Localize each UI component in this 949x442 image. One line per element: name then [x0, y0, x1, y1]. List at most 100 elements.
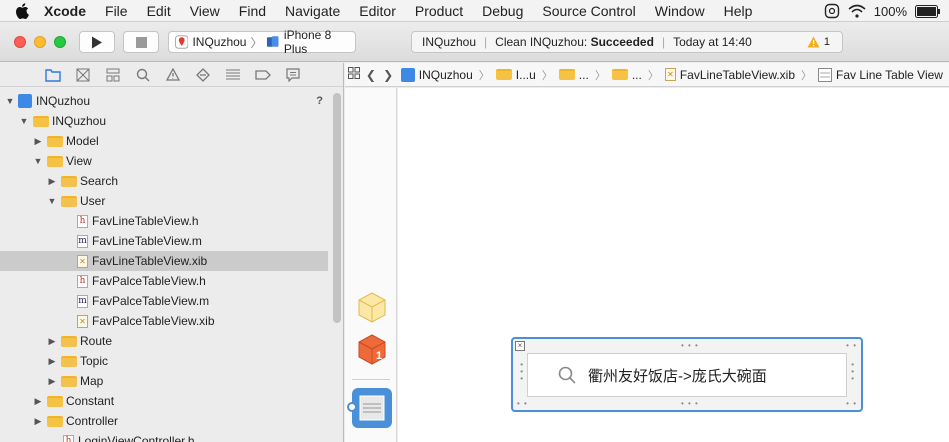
- resize-handle-left[interactable]: • • •: [517, 363, 526, 381]
- menu-file[interactable]: File: [105, 3, 128, 19]
- disclosure-expanded-icon[interactable]: ▼: [47, 196, 57, 206]
- tree-row[interactable]: ▶ Route: [0, 331, 343, 351]
- resize-handle-bottom[interactable]: • • •: [681, 399, 699, 408]
- report-navigator-tab[interactable]: [283, 66, 303, 84]
- warning-badge[interactable]: 1: [807, 36, 830, 48]
- menu-help[interactable]: Help: [724, 3, 753, 19]
- related-items-button[interactable]: [345, 67, 362, 82]
- battery-percent: 100%: [873, 3, 907, 19]
- run-button[interactable]: [79, 31, 115, 53]
- menu-product[interactable]: Product: [415, 3, 463, 19]
- resize-handle-top[interactable]: • • •: [681, 341, 699, 350]
- disclosure-collapsed-icon[interactable]: ▶: [33, 396, 43, 407]
- tree-row[interactable]: h FavLineTableView.h: [0, 211, 343, 231]
- tree-row[interactable]: ▼ INQuzhou: [0, 111, 343, 131]
- source-control-icon: [76, 68, 90, 81]
- breadcrumb-project[interactable]: INQuzhou: [400, 67, 473, 82]
- tree-row[interactable]: h LoginViewController.h: [0, 431, 343, 442]
- breadcrumb-file[interactable]: ✕ FavLineTableView.xib: [664, 68, 795, 82]
- resize-handle-bottom-left[interactable]: • •: [517, 399, 528, 408]
- table-view-object[interactable]: [352, 388, 392, 428]
- breadcrumb-label: ...: [578, 67, 589, 82]
- battery-icon[interactable]: [915, 4, 941, 18]
- source-control-tab[interactable]: [73, 66, 93, 84]
- navigator-scrollbar[interactable]: [333, 93, 341, 323]
- breadcrumb-folder[interactable]: ...: [558, 67, 589, 82]
- back-button[interactable]: ❮: [362, 68, 379, 82]
- tree-row[interactable]: h FavPalceTableView.h: [0, 271, 343, 291]
- xib-view-container[interactable]: × • • • • • • • • • • • • • • • • • • 衢州…: [511, 337, 863, 412]
- chevron-right-icon: 〉: [594, 69, 606, 82]
- device-icon: [267, 36, 279, 47]
- first-responder-icon[interactable]: 1: [357, 333, 387, 365]
- disclosure-collapsed-icon[interactable]: ▶: [47, 176, 57, 187]
- tree-row[interactable]: m FavLineTableView.m: [0, 231, 343, 251]
- menu-app-name[interactable]: Xcode: [44, 3, 86, 19]
- issue-navigator-tab[interactable]: [163, 66, 183, 84]
- disclosure-collapsed-icon[interactable]: ▶: [47, 376, 57, 387]
- breakpoint-navigator-tab[interactable]: [253, 66, 273, 84]
- close-icon[interactable]: ×: [515, 341, 525, 351]
- chevron-left-icon: ❮: [365, 67, 376, 82]
- folder-icon: [47, 155, 63, 167]
- search-bar[interactable]: 衢州友好饭店->庞氏大碗面: [527, 353, 847, 397]
- disclosure-collapsed-icon[interactable]: ▶: [33, 416, 43, 427]
- find-navigator-tab[interactable]: [133, 66, 153, 84]
- disclosure-collapsed-icon[interactable]: ▶: [33, 136, 43, 147]
- group-folder-icon: [61, 355, 77, 367]
- search-icon: [558, 366, 576, 384]
- menu-editor[interactable]: Editor: [359, 3, 396, 19]
- tree-row[interactable]: ▼ User: [0, 191, 343, 211]
- menu-debug[interactable]: Debug: [482, 3, 523, 19]
- scheme-selector[interactable]: INQuzhou 〉 iPhone 8 Plus: [168, 28, 356, 56]
- symbol-navigator-tab[interactable]: [103, 66, 123, 84]
- tree-row[interactable]: m FavPalceTableView.m: [0, 291, 343, 311]
- tree-row[interactable]: ▶ Topic: [0, 351, 343, 371]
- close-window-button[interactable]: [14, 36, 26, 48]
- tree-row[interactable]: ▶ Model: [0, 131, 343, 151]
- resize-handle-right[interactable]: • • •: [848, 363, 857, 381]
- test-navigator-tab[interactable]: [193, 66, 213, 84]
- menu-window[interactable]: Window: [655, 3, 705, 19]
- tree-row[interactable]: ▼ INQuzhou: [0, 91, 343, 111]
- wifi-icon[interactable]: [848, 4, 866, 18]
- tree-row[interactable]: ▶ Search: [0, 171, 343, 191]
- document-outline-dock: 1: [345, 88, 397, 442]
- forward-button[interactable]: ❯: [380, 68, 397, 82]
- breadcrumb-folder[interactable]: I...u: [495, 68, 536, 82]
- connection-handle[interactable]: [347, 402, 357, 412]
- resize-handle-top-right[interactable]: • •: [846, 341, 857, 350]
- tree-row-label: INQuzhou: [36, 94, 91, 108]
- stop-button[interactable]: [123, 31, 159, 53]
- menu-source-control[interactable]: Source Control: [542, 3, 635, 19]
- tree-row[interactable]: ▶ Controller: [0, 411, 343, 431]
- chevron-right-icon: 〉: [478, 69, 490, 82]
- tree-row[interactable]: ▼ View: [0, 151, 343, 171]
- breadcrumb-group[interactable]: ...: [611, 67, 642, 82]
- minimize-window-button[interactable]: [34, 36, 46, 48]
- menu-edit[interactable]: Edit: [147, 3, 171, 19]
- hierarchy-icon: [106, 68, 120, 81]
- debug-navigator-tab[interactable]: [223, 66, 243, 84]
- disclosure-expanded-icon[interactable]: ▼: [19, 116, 29, 126]
- tree-row[interactable]: ✕ FavLineTableView.xib: [0, 251, 328, 271]
- resize-handle-bottom-right[interactable]: • •: [846, 399, 857, 408]
- tree-row[interactable]: ▶ Constant: [0, 391, 343, 411]
- disclosure-collapsed-icon[interactable]: ▶: [47, 336, 57, 347]
- breadcrumb-view[interactable]: Fav Line Table View: [818, 67, 943, 82]
- tree-row[interactable]: ✕ FavPalceTableView.xib: [0, 311, 343, 331]
- apple-menu[interactable]: [0, 2, 44, 19]
- zoom-window-button[interactable]: [54, 36, 66, 48]
- project-navigator-tab[interactable]: [43, 66, 63, 84]
- breadcrumb-label: ...: [631, 67, 642, 82]
- tree-row-label: FavLineTableView.m: [92, 234, 202, 248]
- menu-find[interactable]: Find: [239, 3, 266, 19]
- placeholder-cube-icon[interactable]: [357, 291, 387, 323]
- disclosure-expanded-icon[interactable]: ▼: [33, 156, 43, 166]
- menu-view[interactable]: View: [190, 3, 220, 19]
- menu-navigate[interactable]: Navigate: [285, 3, 340, 19]
- disclosure-expanded-icon[interactable]: ▼: [5, 96, 15, 106]
- disclosure-collapsed-icon[interactable]: ▶: [47, 356, 57, 367]
- tree-row[interactable]: ▶ Map: [0, 371, 343, 391]
- siri-icon[interactable]: [824, 3, 840, 19]
